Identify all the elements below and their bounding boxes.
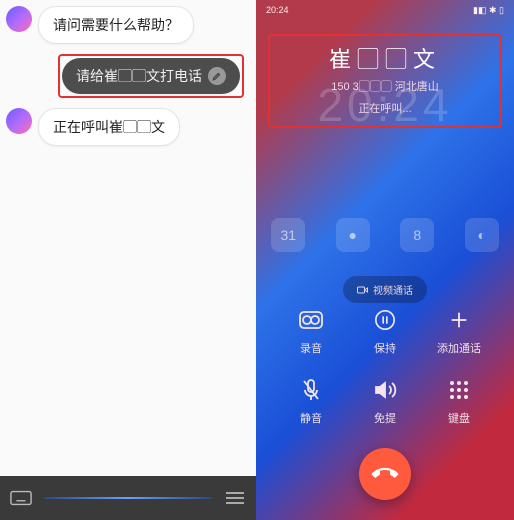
- input-bar: [0, 476, 256, 520]
- app-icon: ◐: [465, 218, 499, 252]
- status-icons: ▮◧ ✱ ▯: [473, 5, 504, 16]
- annotation-highlight: 请给崔▢▢文打电话: [58, 54, 244, 98]
- assistant-bubble: 请问需要什么帮助？: [38, 6, 194, 44]
- voice-waveform[interactable]: [44, 497, 212, 499]
- video-call-label: 视频通话: [373, 282, 413, 297]
- app-icon: 31: [271, 218, 305, 252]
- mute-label: 静音: [300, 410, 322, 426]
- assistant-message-row: 请问需要什么帮助？: [6, 6, 250, 44]
- plus-icon: [445, 306, 473, 334]
- home-dock-blurred: 31 ● 8 ◐: [256, 218, 514, 252]
- speaker-button[interactable]: 免提: [348, 376, 422, 426]
- call-controls: 录音 保持 添加通话 静音 免提: [256, 306, 514, 426]
- assistant-avatar: [6, 6, 32, 32]
- assistant-bubble: 正在呼叫崔▢▢文: [38, 108, 180, 146]
- user-command-text: 请给崔▢▢文打电话: [76, 66, 202, 86]
- record-button[interactable]: 录音: [274, 306, 348, 356]
- edit-icon[interactable]: [208, 67, 226, 85]
- assistant-avatar: [6, 108, 32, 134]
- add-call-button[interactable]: 添加通话: [422, 306, 496, 356]
- mute-button[interactable]: 静音: [274, 376, 348, 426]
- add-call-label: 添加通话: [437, 340, 481, 356]
- record-label: 录音: [300, 340, 322, 356]
- user-bubble[interactable]: 请给崔▢▢文打电话: [62, 58, 240, 94]
- speaker-label: 免提: [374, 410, 396, 426]
- pause-icon: [371, 306, 399, 334]
- status-time: 20:24: [266, 5, 289, 15]
- keyboard-icon[interactable]: [8, 488, 34, 508]
- app-icon: 8: [400, 218, 434, 252]
- background-clock: 20:24: [256, 78, 514, 132]
- keypad-button[interactable]: 键盘: [422, 376, 496, 426]
- user-message-row: 请给崔▢▢文打电话: [6, 54, 250, 98]
- assistant-message-row: 正在呼叫崔▢▢文: [6, 108, 250, 146]
- hold-label: 保持: [374, 340, 396, 356]
- mute-icon: [297, 376, 325, 404]
- chat-thread: 请问需要什么帮助？ 请给崔▢▢文打电话 正在呼叫崔▢▢文: [0, 0, 256, 476]
- menu-icon[interactable]: [222, 488, 248, 508]
- keypad-label: 键盘: [448, 410, 470, 426]
- caller-name: 崔▢▢文: [278, 42, 492, 74]
- record-icon: [297, 306, 325, 334]
- hold-button[interactable]: 保持: [348, 306, 422, 356]
- status-bar: 20:24 ▮◧ ✱ ▯: [256, 0, 514, 18]
- phone-icon: [367, 456, 404, 493]
- speaker-icon: [371, 376, 399, 404]
- video-call-button[interactable]: 视频通话: [343, 276, 427, 303]
- keypad-icon: [445, 376, 473, 404]
- app-icon: ●: [336, 218, 370, 252]
- hangup-button[interactable]: [359, 448, 411, 500]
